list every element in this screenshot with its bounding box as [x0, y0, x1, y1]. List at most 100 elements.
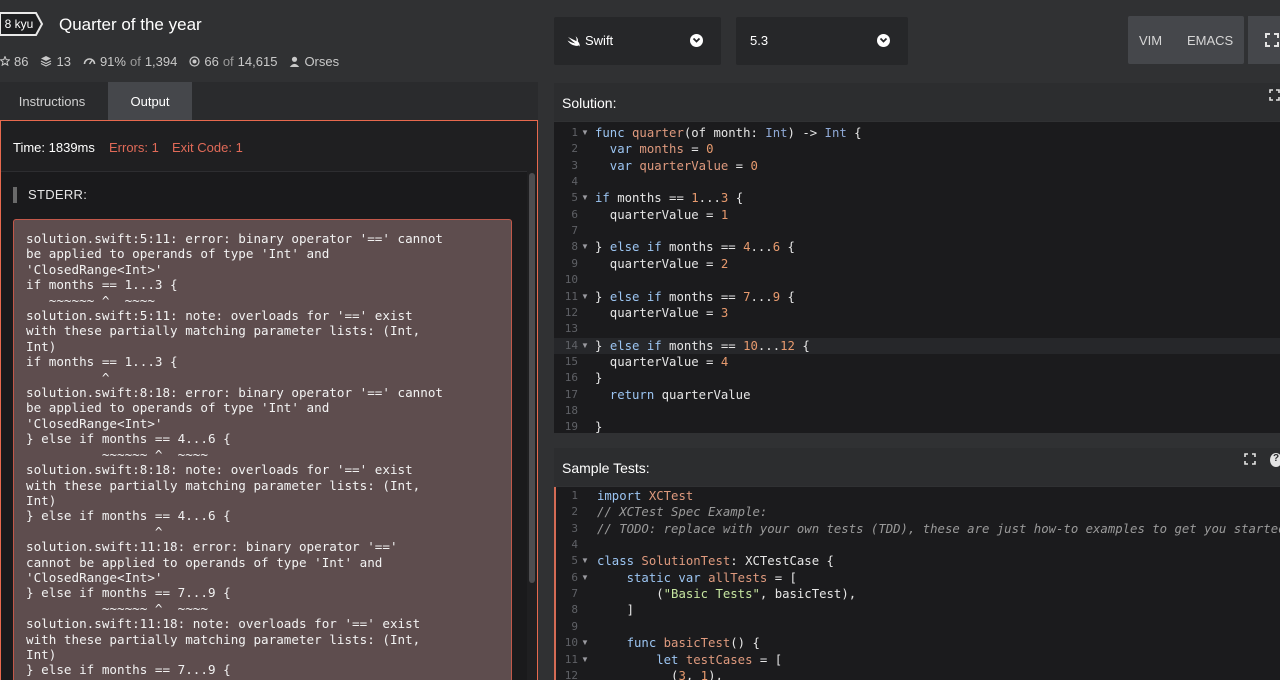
line-number: 18 — [564, 403, 578, 417]
stderr-line: } else if months == 7...9 { — [26, 662, 231, 678]
sample-tests-header: Sample Tests: ? — [554, 448, 1280, 486]
code-line[interactable]: 8 ] — [554, 602, 1280, 618]
fold-toggle-icon[interactable]: ▼ — [581, 190, 589, 206]
code-line[interactable]: 14 ▼} else if months == 10...12 { — [554, 337, 1280, 354]
kata-trainer-page: 8 kyu Quarter of the year 86 13 91% of 1… — [0, 0, 1280, 680]
code-line[interactable]: 4 — [554, 174, 1280, 190]
completed-count: 66 — [204, 53, 219, 69]
code-line[interactable]: 3 // TODO: replace with your own tests (T… — [554, 521, 1280, 537]
code-token: ] — [597, 603, 635, 618]
code-line[interactable]: 9 quarterValue = 2 — [554, 256, 1280, 272]
version-value: 5.3 — [750, 33, 769, 48]
author-name[interactable]: Orses — [304, 54, 339, 69]
code-line[interactable]: 11 ▼ let testCases = [ — [554, 652, 1280, 668]
code-token: else if — [609, 240, 670, 255]
sample-tests-editor[interactable]: 1 import XCTest 2 // XCTest Spec Example: 3 /… — [554, 487, 1280, 680]
code-line[interactable]: 8 ▼} else if months == 4...6 { — [554, 239, 1280, 255]
line-number: 1 — [571, 126, 578, 139]
emacs-mode-button[interactable]: EMACS — [1187, 33, 1233, 48]
code-token: ( — [597, 587, 664, 602]
code-token: quarterValue = — [595, 354, 721, 369]
expand-icon[interactable] — [1269, 89, 1280, 101]
code-line[interactable]: 9 — [554, 619, 1280, 635]
line-number: 3 — [571, 158, 578, 172]
code-token: allTests — [708, 570, 768, 585]
code-token: 1 — [691, 191, 699, 206]
fold-toggle-icon[interactable]: ▼ — [581, 635, 589, 651]
code-line[interactable]: 5 ▼ class SolutionTest: XCTestCase { — [554, 553, 1280, 569]
fold-toggle-icon[interactable]: ▼ — [581, 338, 589, 354]
language-value: Swift — [585, 33, 614, 48]
code-line[interactable]: 6 ▼ static var allTests = [ — [554, 570, 1280, 586]
fold-toggle-icon[interactable]: ▼ — [581, 125, 589, 141]
code-token: "Basic Tests" — [663, 587, 760, 602]
code-token: = [ — [752, 652, 783, 667]
fullscreen-button[interactable] — [1248, 16, 1280, 64]
stderr-line: cannot be applied to operands of type 'I… — [26, 554, 383, 570]
code-line[interactable]: 3 var quarterValue = 0 — [554, 158, 1280, 174]
fold-toggle-icon[interactable]: ▼ — [581, 652, 589, 668]
completed-total: 14,615 — [237, 53, 278, 69]
code-line[interactable]: 10 — [554, 272, 1280, 288]
completed-of: of — [222, 53, 234, 69]
code-token: (of month: — [683, 126, 766, 140]
code-text: ] — [597, 602, 634, 618]
code-line[interactable]: 1 ▼ func quarter(of month: Int) -> Int { — [554, 125, 1280, 141]
line-number: 8 — [571, 240, 578, 254]
stars-count: 86 — [14, 53, 29, 69]
code-token: func — [597, 636, 664, 651]
fold-toggle-icon[interactable]: ▼ — [581, 289, 589, 305]
code-line[interactable]: 19} — [554, 419, 1280, 433]
code-line[interactable]: 10 ▼ func basicTest() { — [554, 635, 1280, 651]
tab-output[interactable]: Output — [108, 82, 192, 120]
code-text: static var allTests = [ — [597, 570, 797, 586]
code-line[interactable]: 15 quarterValue = 4 — [554, 354, 1280, 370]
code-token: 7 — [743, 289, 751, 304]
satisfaction-of: of — [129, 53, 141, 69]
vim-mode-button[interactable]: VIM — [1139, 33, 1162, 48]
code-line[interactable]: 7 — [554, 223, 1280, 239]
panel-tabs: Instructions Output — [0, 82, 538, 120]
code-token: } — [595, 371, 603, 386]
code-line[interactable]: 2 var months = 0 — [554, 141, 1280, 157]
code-line[interactable]: 13 — [554, 321, 1280, 337]
help-icon[interactable]: ? — [1270, 453, 1280, 467]
chevron-down-icon — [690, 34, 703, 47]
version-select[interactable]: 5.3 — [736, 17, 908, 65]
code-line[interactable]: 17 return quarterValue — [554, 387, 1280, 403]
fold-toggle-icon[interactable]: ▼ — [581, 570, 589, 586]
code-line[interactable]: 11 ▼} else if months == 7...9 { — [554, 289, 1280, 305]
output-scrollbar[interactable] — [527, 171, 537, 680]
code-line[interactable]: 12 (3, 1), — [554, 668, 1280, 680]
code-line[interactable]: 4 — [554, 537, 1280, 553]
scrollbar-thumb[interactable] — [529, 173, 535, 583]
stars-stat[interactable]: 86 — [0, 54, 28, 69]
code-line[interactable]: 2 // XCTest Spec Example: — [554, 504, 1280, 520]
solution-header: Solution: — [554, 83, 1280, 121]
solution-editor[interactable]: 1 ▼ func quarter(of month: Int) -> Int {2 … — [554, 122, 1280, 433]
code-token: ... — [698, 191, 721, 206]
code-token: testCases — [685, 652, 753, 667]
code-token: 4 — [743, 240, 751, 255]
tab-instructions[interactable]: Instructions — [0, 82, 104, 120]
code-token: { — [794, 338, 810, 353]
code-line[interactable]: 12 quarterValue = 3 — [554, 305, 1280, 321]
line-number: 4 — [571, 175, 578, 189]
code-text: // TODO: replace with your own tests (TD… — [597, 521, 1280, 537]
code-line[interactable]: 1 import XCTest — [554, 488, 1280, 504]
expand-icon[interactable] — [1244, 453, 1256, 465]
code-token: class — [597, 554, 642, 569]
code-line[interactable]: 5 ▼ if months == 1...3 { — [554, 190, 1280, 206]
collections-stat[interactable]: 13 — [40, 54, 71, 69]
code-line[interactable]: 6 quarterValue = 1 — [554, 207, 1280, 223]
language-select[interactable]: Swift — [554, 17, 721, 65]
fold-toggle-icon[interactable]: ▼ — [581, 239, 589, 255]
code-line[interactable]: 18 — [554, 403, 1280, 419]
code-line[interactable]: 16} — [554, 370, 1280, 386]
fold-toggle-icon[interactable]: ▼ — [581, 553, 589, 569]
code-text: func quarter(of month: Int) -> Int { — [595, 125, 862, 141]
code-token: // XCTest Spec Example: — [597, 505, 768, 520]
code-token: months == — [669, 338, 744, 353]
author-stat[interactable]: Orses — [289, 54, 339, 69]
code-line[interactable]: 7 ("Basic Tests", basicTest), — [554, 586, 1280, 602]
